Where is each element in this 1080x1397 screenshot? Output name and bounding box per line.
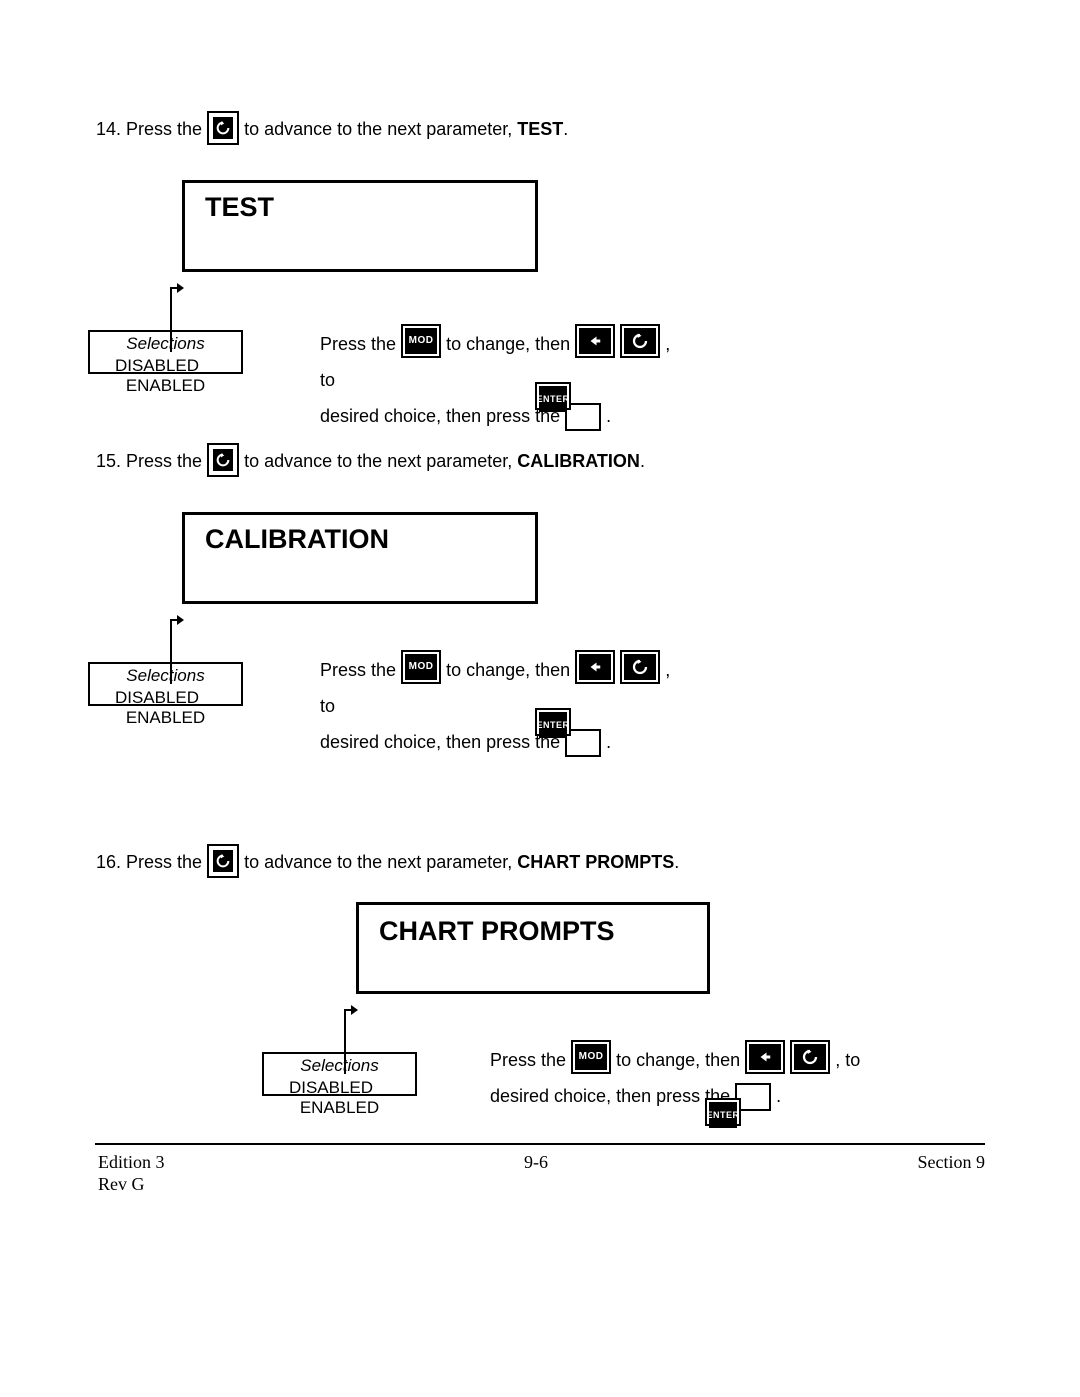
instruction-block: Press the MOD to change, then , to desir… — [320, 326, 680, 434]
mod-button-icon: MOD — [401, 324, 441, 358]
enter-button-icon: ENTER — [535, 382, 571, 410]
selections-box: Selections DISABLED ENABLED — [88, 330, 243, 374]
footer-section: Section 9 — [918, 1152, 986, 1173]
step-14: 14. Press the to advance to the next par… — [96, 112, 568, 147]
step-16: 16. Press the to advance to the next par… — [96, 845, 679, 880]
advance-icon — [207, 111, 239, 145]
selections-box: Selections DISABLED ENABLED — [88, 662, 243, 706]
advance-icon — [207, 443, 239, 477]
display-title-test: TEST — [205, 192, 274, 223]
footer-rule — [95, 1143, 985, 1145]
mod-button-icon: MOD — [401, 650, 441, 684]
selections-options: DISABLED ENABLED — [264, 1078, 415, 1118]
footer-edition: Edition 3 — [98, 1152, 165, 1173]
display-title-chart: CHART PROMPTS — [379, 916, 615, 947]
selections-box: Selections DISABLED ENABLED — [262, 1052, 417, 1096]
instruction-block: Press the MOD to change, then , to desir… — [320, 652, 680, 760]
left-arrow-icon — [575, 650, 615, 684]
left-arrow-icon — [575, 324, 615, 358]
display-title-calibration: CALIBRATION — [205, 524, 389, 555]
step-15: 15. Press the to advance to the next par… — [96, 444, 645, 479]
cycle-icon — [620, 324, 660, 358]
footer-rev: Rev G — [98, 1174, 145, 1195]
mod-button-icon: MOD — [571, 1040, 611, 1074]
enter-button-icon: ENTER — [535, 708, 571, 736]
selections-options: DISABLED ENABLED — [90, 356, 241, 396]
selections-options: DISABLED ENABLED — [90, 688, 241, 728]
selections-title: Selections — [90, 334, 241, 354]
cycle-icon — [620, 650, 660, 684]
enter-button-icon: ENTER — [705, 1098, 741, 1126]
instruction-block: Press the MOD to change, then , to desir… — [490, 1042, 870, 1114]
selections-title: Selections — [264, 1056, 415, 1076]
footer-page: 9-6 — [524, 1152, 548, 1173]
selections-title: Selections — [90, 666, 241, 686]
advance-icon — [207, 844, 239, 878]
left-arrow-icon — [745, 1040, 785, 1074]
cycle-icon — [790, 1040, 830, 1074]
